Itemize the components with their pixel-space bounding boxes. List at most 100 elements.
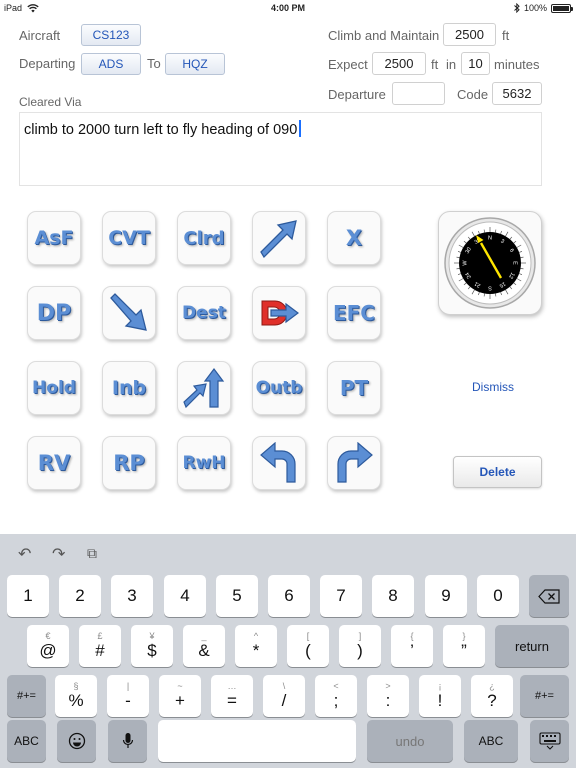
- tile-double-arrow[interactable]: [177, 361, 231, 415]
- key-7[interactable]: 7: [320, 575, 362, 617]
- tile-label: Hold: [32, 378, 76, 398]
- key-1[interactable]: 1: [7, 575, 49, 617]
- aircraft-button[interactable]: CS123: [81, 24, 141, 46]
- key-symbol[interactable]: | -: [107, 675, 149, 717]
- tile-efc[interactable]: EFC: [327, 286, 381, 340]
- key-char: ?: [487, 691, 497, 710]
- tile-turn-left[interactable]: [252, 436, 306, 490]
- tile-label: RP: [113, 451, 145, 475]
- key-char: (: [305, 641, 311, 660]
- code-label: Code: [457, 87, 489, 102]
- aircraft-label: Aircraft: [19, 28, 61, 43]
- departing-button[interactable]: ADS: [81, 53, 141, 75]
- tile-dp[interactable]: DP: [27, 286, 81, 340]
- tile-asf[interactable]: AsF: [27, 211, 81, 265]
- tile-cvt[interactable]: CVT: [102, 211, 156, 265]
- key-symbol[interactable]: ^ *: [235, 625, 277, 667]
- expect-altitude-field[interactable]: 2500: [372, 52, 426, 75]
- redo-icon[interactable]: ↷: [52, 544, 65, 564]
- heading-compass[interactable]: N 3 6 E 12 15 S 21 24 W 30 33: [438, 211, 542, 315]
- tile-outb[interactable]: Outb: [252, 361, 306, 415]
- tile-rwh[interactable]: RwH: [177, 436, 231, 490]
- key-char: 1: [23, 586, 33, 605]
- tile-clrd[interactable]: Clrd: [177, 211, 231, 265]
- clearance-text-area[interactable]: climb to 2000 turn left to fly heading o…: [19, 112, 542, 186]
- dictation-key[interactable]: [108, 720, 147, 762]
- key-symbol[interactable]: >:: [367, 675, 409, 717]
- climb-altitude-field[interactable]: 2500: [443, 23, 496, 46]
- hide-keyboard-key[interactable]: [530, 720, 569, 762]
- tile-pt[interactable]: PT: [327, 361, 381, 415]
- tile-arrow-down-right[interactable]: [102, 286, 156, 340]
- squawk-code-field[interactable]: 5632: [492, 82, 542, 105]
- key-char: 2: [75, 586, 85, 605]
- minutes-label: minutes: [494, 57, 540, 72]
- tile-label: Dest: [182, 303, 226, 323]
- tile-hold[interactable]: Hold: [27, 361, 81, 415]
- to-label: To: [147, 56, 161, 71]
- paste-icon[interactable]: ⧉: [87, 545, 97, 562]
- key-2[interactable]: 2: [59, 575, 101, 617]
- key-symbol[interactable]: _ &: [183, 625, 225, 667]
- space-key[interactable]: [158, 720, 356, 762]
- undo-icon[interactable]: ↶: [18, 544, 31, 564]
- tile-rv[interactable]: RV: [27, 436, 81, 490]
- key-symbol[interactable]: {’: [391, 625, 433, 667]
- key-8[interactable]: 8: [372, 575, 414, 617]
- emoji-key[interactable]: [57, 720, 96, 762]
- keyboard-shortcut-bar: ↶ ↷ ⧉: [0, 534, 576, 574]
- symbols-key-left[interactable]: #+=: [7, 675, 46, 717]
- keyboard-switch-key-right[interactable]: ABC: [464, 720, 518, 762]
- key-symbol[interactable]: £ #: [79, 625, 121, 667]
- tile-x[interactable]: X: [327, 211, 381, 265]
- compass-label: W: [463, 260, 469, 266]
- key-5[interactable]: 5: [216, 575, 258, 617]
- key-3[interactable]: 3: [111, 575, 153, 617]
- tile-d-arrow[interactable]: [252, 286, 306, 340]
- key-symbol[interactable]: }”: [443, 625, 485, 667]
- key-9[interactable]: 9: [425, 575, 467, 617]
- key-symbol[interactable]: <;: [315, 675, 357, 717]
- key-char: &: [198, 641, 210, 660]
- compass-label: E: [512, 261, 518, 265]
- key-4[interactable]: 4: [164, 575, 206, 617]
- key-char: ’: [410, 641, 414, 660]
- tile-inb[interactable]: Inb: [102, 361, 156, 415]
- undo-key[interactable]: undo: [367, 720, 453, 762]
- departure-label: Departure: [328, 87, 386, 102]
- status-bar: iPad 4:00 PM 100%: [0, 0, 576, 16]
- backspace-key[interactable]: [529, 575, 569, 617]
- microphone-icon: [122, 733, 133, 748]
- key-6[interactable]: 6: [268, 575, 310, 617]
- tile-turn-right[interactable]: [327, 436, 381, 490]
- dismiss-button[interactable]: Dismiss: [460, 380, 526, 394]
- key-symbol[interactable]: [(: [287, 625, 329, 667]
- return-key[interactable]: return: [495, 625, 569, 667]
- tile-rp[interactable]: RP: [102, 436, 156, 490]
- double-arrow-up-right-icon: [183, 368, 225, 409]
- key-char: +: [175, 691, 185, 710]
- departure-frequency-field[interactable]: [392, 82, 445, 105]
- key-char: !: [437, 691, 443, 710]
- expect-minutes-field[interactable]: 10: [461, 52, 490, 75]
- key-symbol[interactable]: ¿?: [471, 675, 513, 717]
- tile-dest[interactable]: Dest: [177, 286, 231, 340]
- tile-label: Outb: [255, 378, 303, 398]
- symbols-key-right[interactable]: #+=: [520, 675, 569, 717]
- key-0[interactable]: 0: [477, 575, 519, 617]
- tile-arrow-up-right[interactable]: [252, 211, 306, 265]
- key-symbol[interactable]: ¥ $: [131, 625, 173, 667]
- key-symbol[interactable]: € @: [27, 625, 69, 667]
- key-symbol[interactable]: \ /: [263, 675, 305, 717]
- key-symbol[interactable]: ]): [339, 625, 381, 667]
- key-char: 3: [127, 586, 137, 605]
- destination-button[interactable]: HQZ: [165, 53, 225, 75]
- key-char: :: [385, 691, 391, 710]
- compass-label: N: [488, 236, 492, 242]
- key-symbol[interactable]: ¡!: [419, 675, 461, 717]
- key-symbol[interactable]: §%: [55, 675, 97, 717]
- key-symbol[interactable]: ~ +: [159, 675, 201, 717]
- keyboard-switch-key-left[interactable]: ABC: [7, 720, 46, 762]
- key-symbol[interactable]: … =: [211, 675, 253, 717]
- delete-button[interactable]: Delete: [453, 456, 542, 488]
